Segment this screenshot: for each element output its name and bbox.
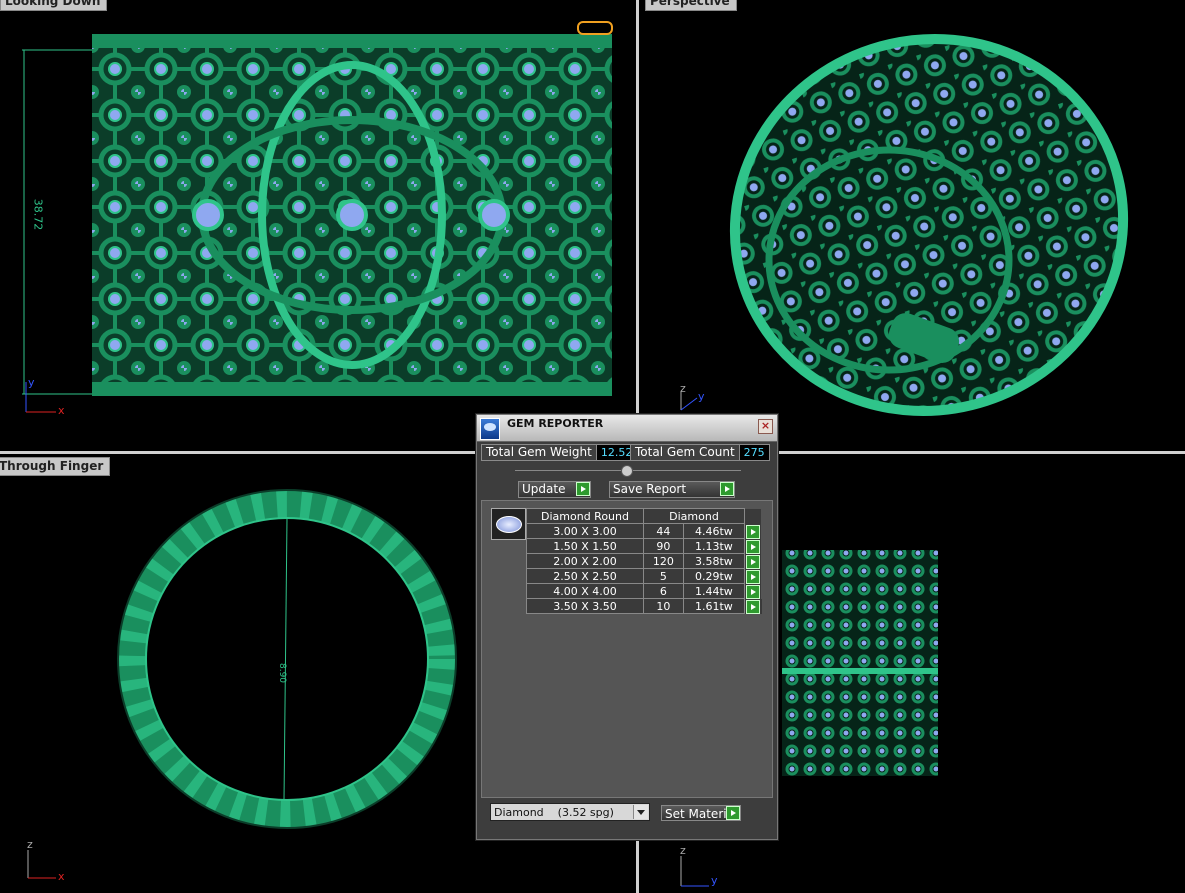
axis-z-label: z bbox=[680, 844, 686, 857]
header-shape: Diamond Round bbox=[526, 508, 644, 524]
play-arrow-icon[interactable] bbox=[726, 806, 740, 820]
total-gem-weight: Total Gem Weight 12.52 bbox=[481, 444, 638, 461]
select-gems-arrow-icon[interactable] bbox=[746, 524, 760, 539]
select-gems-arrow-icon[interactable] bbox=[746, 539, 760, 554]
gem-count-cell: 44 bbox=[643, 523, 684, 539]
play-arrow-icon[interactable] bbox=[720, 482, 734, 496]
gem-table: Diamond Round Diamond 3.00 X 3.00 44 4.46t… bbox=[526, 508, 762, 614]
viewport-label[interactable]: Through Finger bbox=[0, 457, 111, 476]
viewport-looking-down[interactable]: 38.72 y x Looking Down bbox=[0, 0, 636, 451]
table-row[interactable]: 1.50 X 1.50 90 1.13tw bbox=[526, 538, 762, 554]
table-row[interactable]: 3.50 X 3.50 10 1.61tw bbox=[526, 598, 762, 614]
header-material: Diamond bbox=[643, 508, 745, 524]
perspective-render bbox=[680, 34, 1129, 416]
total-weight-label: Total Gem Weight bbox=[481, 444, 597, 461]
table-row[interactable]: 2.00 X 2.00 120 3.58tw bbox=[526, 553, 762, 569]
gem-count-cell: 5 bbox=[643, 568, 684, 584]
total-count-value: 275 bbox=[739, 444, 770, 461]
gem-size-cell: 2.50 X 2.50 bbox=[526, 568, 644, 584]
material-select-value: Diamond (3.52 spg) bbox=[494, 806, 614, 819]
select-gems-arrow-icon[interactable] bbox=[746, 584, 760, 599]
axis-x-label: x bbox=[58, 870, 65, 883]
gem-size-cell: 1.50 X 1.50 bbox=[526, 538, 644, 554]
total-count-label: Total Gem Count bbox=[630, 444, 740, 461]
gem-weight-cell: 4.46tw bbox=[682, 523, 746, 539]
save-report-button[interactable]: Save Report bbox=[609, 481, 735, 498]
table-row[interactable]: 2.50 X 2.50 5 0.29tw bbox=[526, 568, 762, 584]
viewport-label[interactable]: Looking Down bbox=[0, 0, 108, 11]
dimension-label: 8.90 bbox=[277, 662, 288, 684]
gem-weight-cell: 1.13tw bbox=[682, 538, 746, 554]
gem-weight-cell: 3.58tw bbox=[682, 553, 746, 569]
axis-x-label: x bbox=[58, 404, 65, 417]
chevron-down-icon[interactable] bbox=[633, 805, 648, 819]
gem-list-panel: Diamond Round Diamond 3.00 X 3.00 44 4.46t… bbox=[481, 500, 773, 798]
gem-count-cell: 10 bbox=[643, 598, 684, 614]
axis-y-label: y bbox=[711, 874, 718, 887]
gem-size-cell: 3.00 X 3.00 bbox=[526, 523, 644, 539]
select-gems-arrow-icon[interactable] bbox=[746, 569, 760, 584]
update-button[interactable]: Update bbox=[518, 481, 591, 498]
close-button[interactable]: × bbox=[758, 419, 773, 434]
gem-size-cell: 2.00 X 2.00 bbox=[526, 553, 644, 569]
set-material-button[interactable]: Set Material bbox=[661, 805, 741, 821]
gem-weight-cell: 1.61tw bbox=[682, 598, 746, 614]
select-gems-arrow-icon[interactable] bbox=[746, 554, 760, 569]
looking-down-render bbox=[22, 21, 613, 413]
table-row[interactable]: 3.00 X 3.00 44 4.46tw bbox=[526, 523, 762, 539]
gem-weight-cell: 0.29tw bbox=[682, 568, 746, 584]
material-select[interactable]: Diamond (3.52 spg) bbox=[490, 803, 650, 821]
total-gem-count: Total Gem Count 275 bbox=[630, 444, 770, 461]
axis-y-label: y bbox=[698, 390, 705, 403]
gem-weight-cell: 1.44tw bbox=[682, 583, 746, 599]
gem-reporter-dialog: GEM REPORTER × Total Gem Weight 12.52 To… bbox=[476, 414, 778, 840]
axis-z-label: z bbox=[680, 382, 686, 395]
axis-z-label: z bbox=[27, 838, 33, 851]
dialog-title: GEM REPORTER bbox=[507, 417, 604, 430]
gem-size-cell: 3.50 X 3.50 bbox=[526, 598, 644, 614]
table-header-row: Diamond Round Diamond bbox=[526, 508, 762, 524]
axis-y-label: y bbox=[28, 376, 35, 389]
round-diamond-icon[interactable] bbox=[491, 508, 526, 540]
viewport-label[interactable]: Perspective bbox=[645, 0, 737, 11]
gem-count-cell: 120 bbox=[643, 553, 684, 569]
gem-reporter-app-icon bbox=[480, 418, 500, 440]
gem-count-cell: 6 bbox=[643, 583, 684, 599]
table-row[interactable]: 4.00 X 4.00 6 1.44tw bbox=[526, 583, 762, 599]
gem-count-cell: 90 bbox=[643, 538, 684, 554]
play-arrow-icon[interactable] bbox=[576, 482, 590, 496]
dialog-title-bar[interactable]: GEM REPORTER × bbox=[477, 415, 777, 442]
save-report-label: Save Report bbox=[613, 482, 687, 496]
collapse-toggle-icon[interactable] bbox=[621, 465, 633, 477]
update-label: Update bbox=[522, 482, 566, 496]
viewport-perspective[interactable]: z y Perspective bbox=[639, 0, 1185, 451]
select-gems-arrow-icon[interactable] bbox=[746, 599, 760, 614]
dimension-label: 38.72 bbox=[31, 198, 45, 231]
gem-size-cell: 4.00 X 4.00 bbox=[526, 583, 644, 599]
